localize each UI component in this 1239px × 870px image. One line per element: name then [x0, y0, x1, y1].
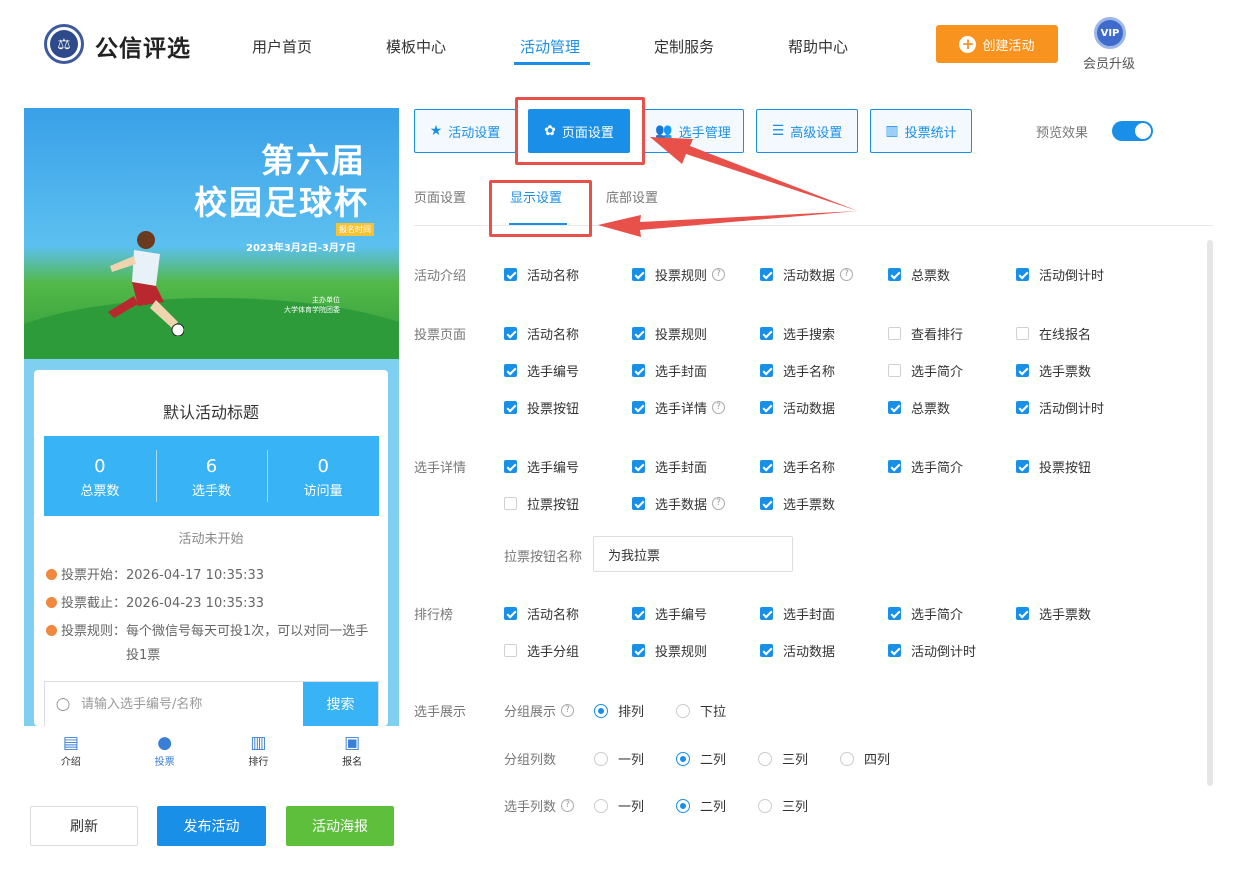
annotation-arrow-display-settings [598, 211, 858, 237]
annotation-arrow-page-settings [650, 137, 858, 211]
annotation-arrows [598, 137, 858, 237]
